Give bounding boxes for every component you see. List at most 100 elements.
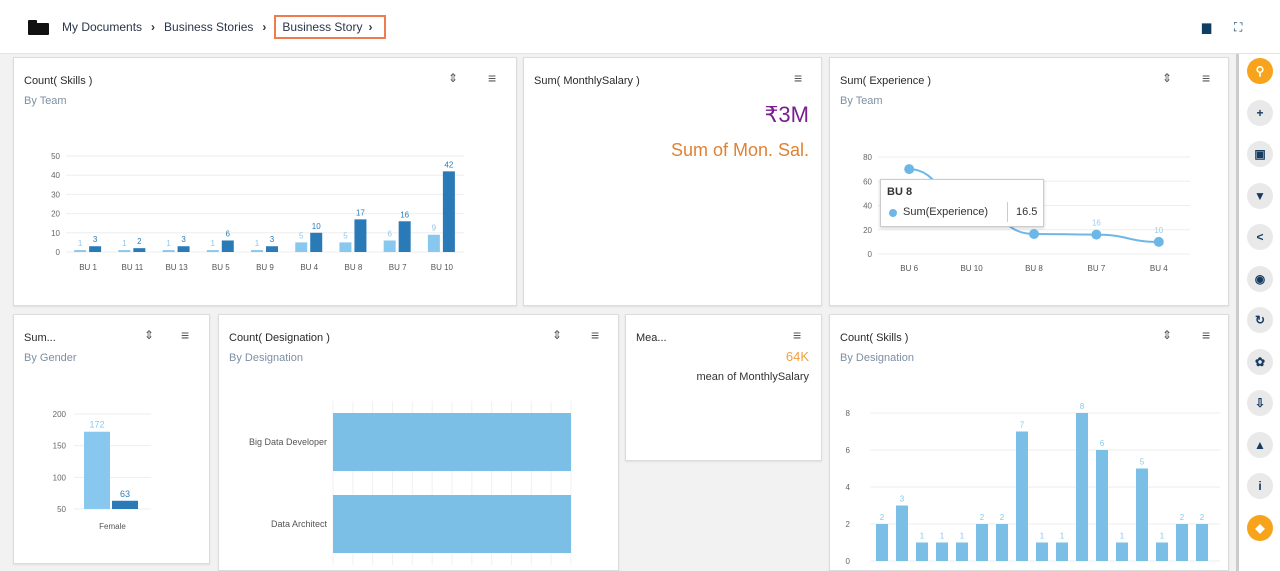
bar xyxy=(133,248,146,252)
kpi-value: ₹3M xyxy=(764,102,809,127)
bar xyxy=(1056,542,1068,561)
chevron-right-icon: › xyxy=(151,20,156,34)
bar xyxy=(1096,450,1108,561)
y-tick-label: 100 xyxy=(53,473,67,482)
data-label: 17 xyxy=(356,208,365,217)
y-tick-label: 4 xyxy=(846,483,851,492)
tips-icon[interactable]: ◆ xyxy=(1247,514,1273,541)
info-icon[interactable]: i xyxy=(1247,473,1273,499)
legend-dot xyxy=(889,209,897,217)
bar xyxy=(1016,431,1028,561)
search-icon[interactable]: ⚲ xyxy=(1247,58,1273,84)
bar xyxy=(876,524,888,561)
settings-icon[interactable]: ✿ xyxy=(1247,348,1273,375)
x-tick-label: BU 5 xyxy=(212,263,230,272)
data-label: 10 xyxy=(1154,226,1163,235)
preview-icon[interactable]: ◉ xyxy=(1247,265,1273,292)
bar xyxy=(333,413,571,471)
breadcrumb: My Documents › Business Stories › Busine… xyxy=(28,15,387,39)
widget-designation-count[interactable]: Count( Designation ) By Designation ⇕ ≡ … xyxy=(218,314,619,571)
data-label: 6 xyxy=(1100,439,1105,448)
data-label: 1 xyxy=(255,239,260,248)
add-icon[interactable]: + xyxy=(1247,99,1273,126)
bar xyxy=(916,542,928,561)
data-label: 3 xyxy=(900,495,905,504)
tooltip-title: BU 8 xyxy=(887,186,913,198)
kpi-description: mean of MonthlySalary xyxy=(696,371,810,383)
bar xyxy=(1036,542,1048,561)
widget-skills-by-designation[interactable]: Count( Skills ) By Designation ⇕ ≡ 02468… xyxy=(829,314,1229,571)
menu-icon[interactable]: ≡ xyxy=(793,327,801,343)
y-tick-label: 6 xyxy=(846,446,851,455)
bar xyxy=(896,505,908,561)
expand-icon[interactable]: ⛶ xyxy=(1234,20,1242,35)
data-label: 2 xyxy=(137,237,142,246)
data-label: 1 xyxy=(960,532,965,541)
bar xyxy=(84,431,110,509)
folder-icon xyxy=(28,19,49,35)
breadcrumb-business-stories[interactable]: Business Stories xyxy=(161,20,256,34)
x-tick-label: BU 11 xyxy=(122,263,144,272)
y-tick-label: 50 xyxy=(51,152,60,161)
share-icon[interactable]: < xyxy=(1247,224,1273,250)
kpi-value: 64K xyxy=(785,349,809,364)
widget-experience-by-team[interactable]: Sum( Experience ) By Team ⇕ ≡ 0 20 40 60 80 B… xyxy=(829,57,1229,306)
tooltip-value: 16.5 xyxy=(1016,206,1038,218)
data-label: 1 xyxy=(211,239,216,248)
data-label: 3 xyxy=(270,235,275,244)
chevron-right-icon: › xyxy=(368,20,373,34)
comment-icon[interactable]: ▆ xyxy=(1202,20,1211,34)
y-tick-label: 60 xyxy=(863,177,872,186)
bar xyxy=(996,524,1008,561)
kpi-description: Sum of Mon. Sal. xyxy=(670,140,809,160)
bar xyxy=(74,250,87,252)
breadcrumb-business-story[interactable]: Business Story › xyxy=(274,15,387,39)
data-label: 1 xyxy=(1040,532,1045,541)
data-label: 9 xyxy=(432,224,437,233)
bar xyxy=(177,246,190,252)
x-tick-label: BU 13 xyxy=(165,263,188,272)
bar xyxy=(112,500,138,509)
data-label: 1 xyxy=(1160,532,1165,541)
widget-monthly-salary-kpi[interactable]: Sum( MonthlySalary ) ≡ ₹3M Sum of Mon. S… xyxy=(523,57,822,306)
chart-skills-by-designation: 0 2 4 6 8 2 3 1 1 1 2 2 7 1 1 8 6 1 5 1 2 2 xyxy=(846,402,1220,566)
data-label: 5 xyxy=(343,231,348,240)
y-tick-label: 50 xyxy=(57,505,66,514)
refresh-icon[interactable]: ↻ xyxy=(1247,307,1273,333)
data-label: 5 xyxy=(1140,458,1145,467)
bar xyxy=(89,246,102,252)
breadcrumb-my-documents[interactable]: My Documents xyxy=(59,20,145,34)
data-label: 2 xyxy=(1180,513,1185,522)
widget-sum-by-gender[interactable]: Sum... By Gender ⇕ ≡ 50 100 150 200 Female 17… xyxy=(13,314,210,564)
data-label: 1 xyxy=(166,239,171,248)
y-tick-label: Data Architect xyxy=(271,519,328,529)
bar xyxy=(1196,524,1208,561)
filter-icon[interactable]: ▼ xyxy=(1247,182,1273,209)
data-label: 1 xyxy=(920,532,925,541)
widget-skills-by-team[interactable]: Count( Skills ) By Team ⇕ ≡ 0 10 20 30 40 50 B… xyxy=(13,57,517,306)
data-label: 2 xyxy=(1200,513,1205,522)
x-tick-label: BU 1 xyxy=(79,263,97,272)
export-icon[interactable]: ⇩ xyxy=(1247,390,1273,416)
widget-mean-salary-kpi[interactable]: Mea... ≡ 64K mean of MonthlySalary xyxy=(625,314,822,461)
menu-icon[interactable]: ≡ xyxy=(794,70,802,86)
alert-icon[interactable]: ▲ xyxy=(1247,431,1273,458)
data-label: 172 xyxy=(89,420,104,430)
x-tick-label: BU 10 xyxy=(431,263,454,272)
data-label: 2 xyxy=(880,513,885,522)
chart-tooltip: BU 8 Sum(Experience) 16.5 xyxy=(880,179,1044,227)
bar xyxy=(956,542,968,561)
save-icon[interactable]: ▣ xyxy=(1247,141,1273,167)
y-tick-label: Big Data Developer xyxy=(249,437,327,447)
bar xyxy=(310,232,323,252)
y-tick-label: 8 xyxy=(846,409,851,418)
tooltip-label: Sum(Experience) xyxy=(903,206,988,218)
data-label: 16 xyxy=(400,210,409,219)
bar xyxy=(206,250,219,252)
data-label: 1 xyxy=(940,532,945,541)
data-label: 1 xyxy=(122,239,127,248)
bar xyxy=(221,240,234,252)
top-bar: My Documents › Business Stories › Busine… xyxy=(0,0,1280,54)
data-label: 63 xyxy=(120,489,130,499)
data-label: 7 xyxy=(1020,421,1025,430)
